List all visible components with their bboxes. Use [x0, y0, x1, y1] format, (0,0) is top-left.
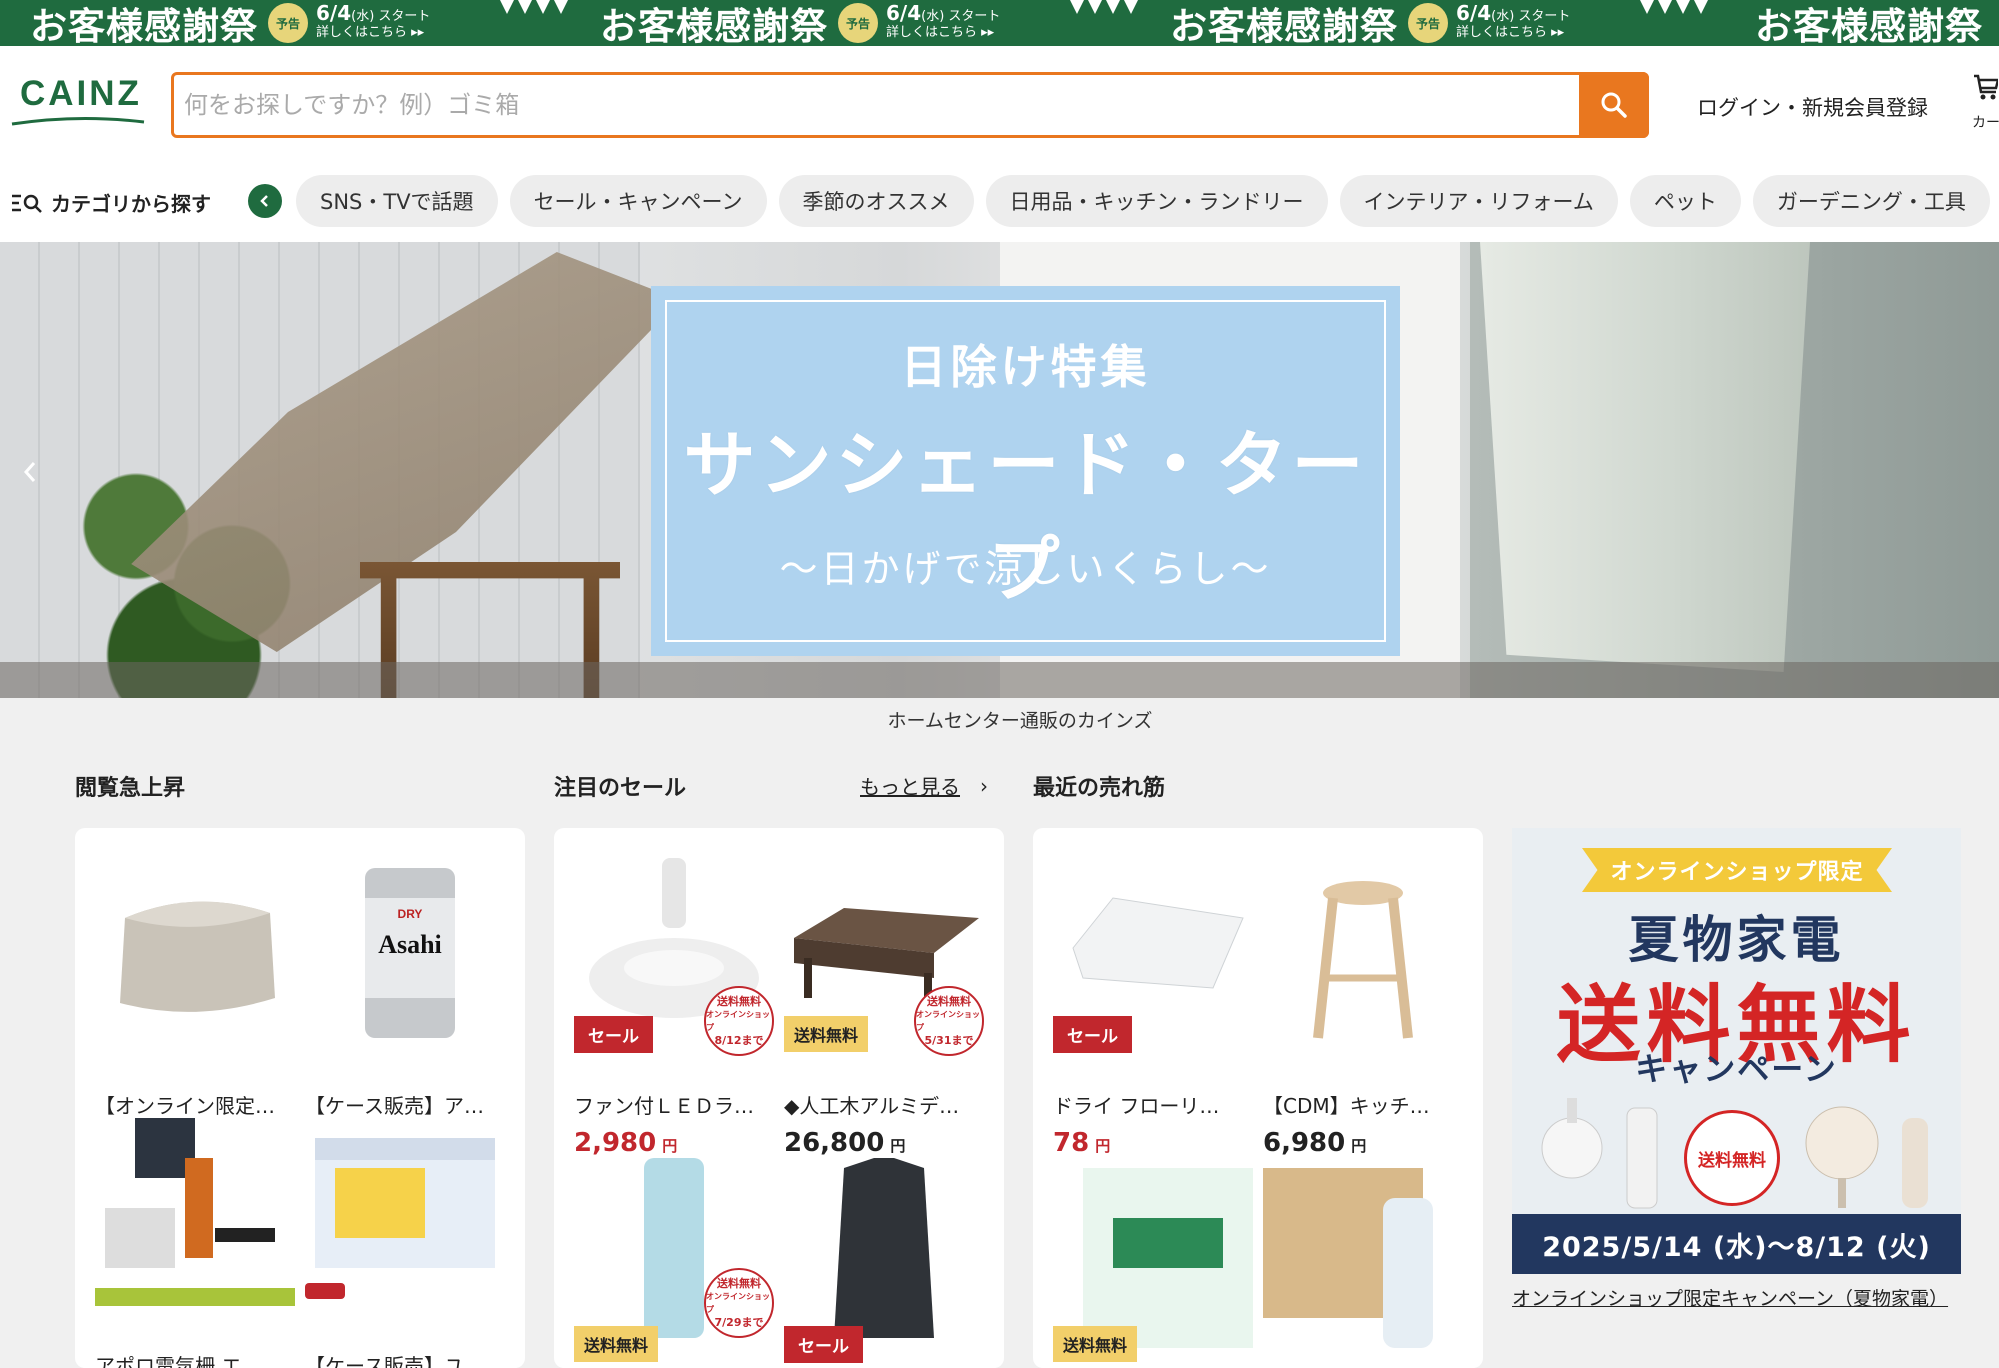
sale-card: セール 送料無料 オンラインショップ 8/12まで ファン付ＬＥＤラ… 2,980 円… — [554, 828, 1004, 1368]
search-button[interactable] — [1579, 72, 1649, 138]
banner-segment: お客様感謝祭 — [1755, 0, 1983, 46]
category-prev-button[interactable] — [248, 184, 282, 218]
category-pill-sns-tv[interactable]: SNS・TVで話題 — [296, 175, 498, 227]
site-header: CAINZ ログイン・新規会員登録 カー — [0, 46, 1999, 160]
category-pill-pet[interactable]: ペット — [1629, 175, 1741, 227]
hero-carousel[interactable]: 日除け特集 サンシェード・タープ 〜日かげで涼しいくらし〜 — [0, 242, 1999, 698]
promo-ribbon: オンラインショップ限定 — [1582, 848, 1892, 892]
free-shipping-stamp: 送料無料 オンラインショップ 8/12まで — [704, 986, 774, 1056]
free-shipping-tag: 送料無料 — [784, 1016, 869, 1052]
product-price: 6,980 円 — [1263, 1128, 1367, 1158]
category-pill-seasonal[interactable]: 季節のオススメ — [778, 175, 974, 227]
product-name: ドライ フローリ… — [1053, 1094, 1220, 1118]
category-pill-daily-goods[interactable]: 日用品・キッチン・ランドリー — [985, 175, 1328, 227]
product-name: ◆人工木アルミデ… — [784, 1094, 960, 1118]
free-shipping-stamp: 送料無料 オンラインショップ 5/31まで — [914, 986, 984, 1056]
product-price: 78 円 — [1053, 1128, 1111, 1158]
logo-swoosh-icon — [11, 116, 145, 126]
free-shipping-tag: 送料無料 — [574, 1326, 659, 1362]
product-image-pad-pack — [1083, 1168, 1253, 1348]
banner-title: お客様感謝祭 — [1170, 5, 1398, 46]
product-price: 2,980 円 — [574, 1128, 678, 1158]
product-image-water-box — [1263, 1168, 1433, 1348]
banner-title: お客様感謝祭 — [600, 5, 828, 46]
category-pill-gardening[interactable]: ガーデニング・工具 — [1752, 175, 1990, 227]
product-image-beer-can: Asahi DRY — [365, 868, 455, 1038]
promo-campaign-link[interactable]: オンラインショップ限定キャンペーン（夏物家電） — [1512, 1284, 1948, 1311]
more-link[interactable]: もっと見る — [860, 771, 960, 800]
login-register-link[interactable]: ログイン・新規会員登録 — [1697, 92, 1928, 122]
banner-date: 6/4(水) スタート 詳しくはこちら ▸▸ — [316, 1, 431, 40]
section-title-recent: 最近の売れ筋 — [1033, 776, 1166, 801]
chevron-left-icon — [260, 195, 268, 207]
category-pill-interior[interactable]: インテリア・リフォーム — [1339, 175, 1618, 227]
site-tagline: ホームセンター通販のカインズ — [887, 710, 1153, 732]
search-icon — [1601, 92, 1627, 118]
category-search-icon — [12, 194, 42, 213]
trending-card: 【オンライン限定… Asahi DRY 【ケース販売】ア… アポロ電気柵 エ… … — [75, 828, 525, 1368]
bunting-decoration — [1640, 0, 1712, 20]
product-image-cushion — [120, 901, 275, 1012]
banner-badge: 予告 — [268, 3, 308, 43]
section-title-trending: 閲覧急上昇 — [75, 776, 186, 801]
sale-tag: セール — [1053, 1016, 1132, 1053]
product-name: 【オンライン限定… — [95, 1094, 275, 1118]
cart-label: カー — [1972, 115, 1999, 131]
hero-tagline: 〜日かげで涼しいくらし〜 — [779, 547, 1272, 591]
recent-card: セール ドライ フローリ… 78 円 【CDM】キッチ… 6,980 円 送料無料 — [1033, 828, 1483, 1368]
section-title-sale: 注目のセール — [554, 776, 687, 801]
bunting-decoration — [500, 0, 572, 20]
hero-subtitle: 日除け特集 — [900, 340, 1151, 394]
free-shipping-tag: 送料無料 — [1053, 1326, 1138, 1362]
category-pill-sale[interactable]: セール・キャンペーン — [509, 175, 767, 227]
sale-tag: セール — [574, 1016, 653, 1053]
product-image-electric-fence — [95, 1118, 295, 1306]
promo-period: 2025/5/14 (水)〜8/12 (火) — [1512, 1214, 1961, 1274]
product-image-stool — [1313, 881, 1413, 1039]
cainz-logo[interactable]: CAINZ — [10, 74, 146, 126]
product-name: ファン付ＬＥＤラ… — [574, 1094, 754, 1118]
banner-segment: お客様感謝祭 予告 6/4(水) スタート 詳しくはこちら ▸▸ — [1170, 0, 1570, 46]
free-shipping-stamp: 送料無料 オンラインショップ 7/29まで — [704, 1268, 774, 1338]
product-image-vest — [834, 1158, 934, 1338]
carousel-prev-icon[interactable] — [18, 457, 42, 487]
banner-title: お客様感謝祭 — [30, 5, 258, 46]
search-box — [171, 72, 1649, 138]
banner-date: 6/4(水) スタート 詳しくはこちら ▸▸ — [886, 1, 1001, 40]
category-pill-list: SNS・TVで話題 セール・キャンペーン 季節のオススメ 日用品・キッチン・ラン… — [296, 175, 1990, 227]
category-bar: カテゴリから探す SNS・TVで話題 セール・キャンペーン 季節のオススメ 日用… — [0, 160, 1999, 242]
product-name: アポロ電気柵 エ… — [95, 1354, 262, 1368]
hero-title-card: 日除け特集 サンシェード・タープ 〜日かげで涼しいくらし〜 — [651, 286, 1400, 656]
banner-segment: お客様感謝祭 予告 6/4(水) スタート 詳しくはこちら ▸▸ — [600, 0, 1000, 46]
category-search-button[interactable]: カテゴリから探す — [11, 188, 211, 217]
summer-appliance-promo-banner[interactable]: オンラインショップ限定 夏物家電 送料無料 キャンペーン 送料無料 2025/5… — [1512, 828, 1961, 1274]
search-input[interactable] — [184, 75, 1544, 135]
hero-photo-curtain — [1480, 242, 1810, 672]
category-search-label: カテゴリから探す — [51, 192, 211, 216]
banner-title: お客様感謝祭 — [1755, 5, 1983, 46]
product-name: 【ケース販売】ア… — [305, 1094, 484, 1118]
banner-badge: 予告 — [838, 3, 878, 43]
cart-button[interactable]: カー — [1972, 72, 1999, 132]
cart-icon — [1974, 74, 1999, 100]
hero-photo-deck — [0, 662, 1999, 698]
sale-tag: セール — [784, 1326, 863, 1363]
banner-segment: お客様感謝祭 予告 6/4(水) スタート 詳しくはこちら ▸▸ — [30, 0, 430, 46]
chevron-right-icon[interactable]: › — [980, 774, 988, 798]
product-name: 【ケース販売】ユ… — [305, 1354, 484, 1368]
promo-campaign: キャンペーン — [1635, 1050, 1838, 1088]
svg-text:Asahi: Asahi — [378, 930, 442, 959]
bunting-decoration — [1070, 0, 1142, 20]
svg-text:DRY: DRY — [398, 907, 423, 921]
promo-free-shipping-stamp: 送料無料 — [1684, 1110, 1780, 1206]
banner-badge: 予告 — [1408, 3, 1448, 43]
top-campaign-banner[interactable]: お客様感謝祭 予告 6/4(水) スタート 詳しくはこちら ▸▸ お客様感謝祭 予… — [0, 0, 1999, 46]
product-name: 【CDM】キッチ… — [1263, 1094, 1430, 1118]
product-image-diaper-box — [305, 1138, 495, 1299]
banner-date: 6/4(水) スタート 詳しくはこちら ▸▸ — [1456, 1, 1571, 40]
logo-text: CAINZ — [20, 74, 142, 113]
product-price: 26,800 円 — [784, 1128, 906, 1158]
